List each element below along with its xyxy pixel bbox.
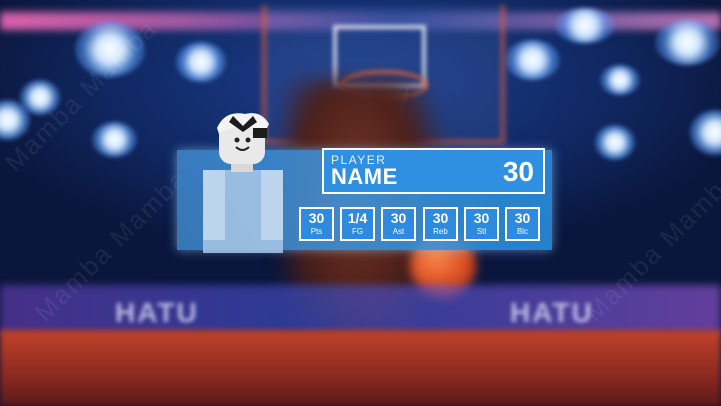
player-name: NAME bbox=[331, 164, 398, 189]
stat-points: 30 Pts bbox=[299, 207, 334, 241]
stat-blocks: 30 Blc bbox=[505, 207, 540, 241]
jersey-number: 30 bbox=[502, 156, 534, 187]
stat-label: Pts bbox=[310, 227, 323, 236]
stat-label: Blc bbox=[516, 227, 529, 236]
court-floor bbox=[0, 330, 721, 406]
stat-value: 30 bbox=[308, 210, 325, 226]
stat-value: 30 bbox=[514, 210, 531, 226]
stadium-light bbox=[505, 40, 560, 80]
ad-board-text: HATU bbox=[115, 297, 199, 328]
stat-label: FG bbox=[351, 227, 364, 236]
stat-value: 30 bbox=[390, 210, 407, 226]
player-card: PLAYER NAME 30 30 Pts 1/4 FG 30 Ast 30 R… bbox=[177, 113, 552, 253]
stats-row: 30 Pts 1/4 FG 30 Ast 30 Reb 30 Stl 30 Bl… bbox=[299, 207, 549, 243]
stat-assists: 30 Ast bbox=[381, 207, 416, 241]
stadium-light bbox=[595, 125, 635, 160]
stat-field-goals: 1/4 FG bbox=[340, 207, 375, 241]
stadium-light bbox=[655, 20, 720, 65]
stat-label: Stl bbox=[476, 227, 487, 236]
stat-steals: 30 Stl bbox=[464, 207, 499, 241]
stadium-light bbox=[92, 122, 137, 157]
stat-label: Reb bbox=[433, 227, 448, 236]
stat-label: Ast bbox=[392, 227, 405, 236]
stat-value: 30 bbox=[432, 210, 449, 226]
roblox-avatar-icon bbox=[203, 113, 283, 253]
stadium-light bbox=[555, 8, 615, 43]
stadium-light bbox=[600, 65, 640, 95]
player-name-box: PLAYER NAME 30 bbox=[322, 148, 545, 194]
stadium-light bbox=[176, 42, 226, 82]
stat-rebounds: 30 Reb bbox=[423, 207, 458, 241]
stat-value: 1/4 bbox=[347, 210, 368, 226]
stat-value: 30 bbox=[473, 210, 490, 226]
